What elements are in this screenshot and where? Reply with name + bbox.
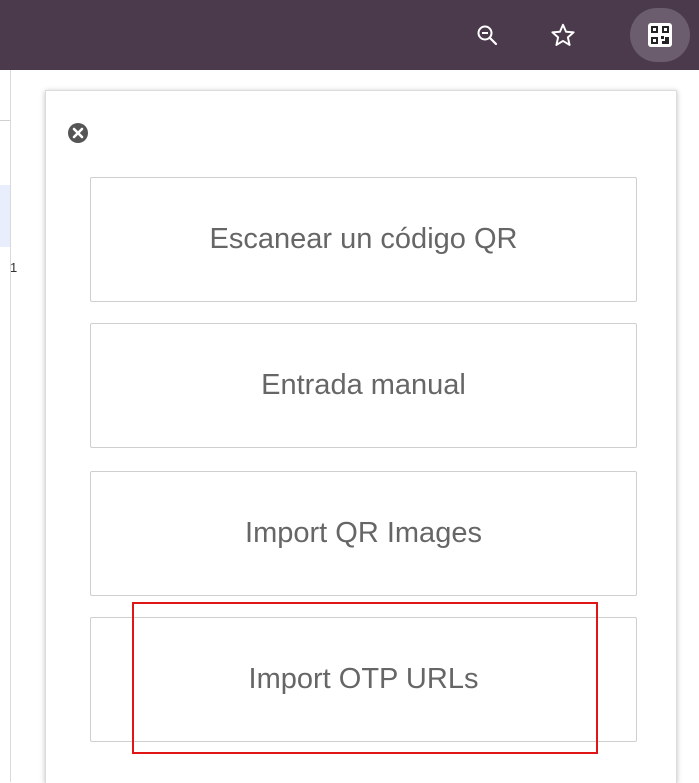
close-icon [68,123,88,143]
background-page-edge [0,70,11,782]
bookmark-star-icon[interactable] [546,18,580,52]
import-otp-urls-button[interactable]: Import OTP URLs [90,617,637,742]
scan-qr-button[interactable]: Escanear un código QR [90,177,637,302]
import-qr-images-button[interactable]: Import QR Images [90,471,637,596]
background-page-text: 1 [10,260,18,275]
qr-extension-button[interactable] [630,8,690,62]
close-button[interactable] [66,121,90,145]
extension-popup: Escanear un código QR Entrada manual Imp… [45,90,677,783]
qr-extension-icon [648,23,672,47]
zoom-out-icon[interactable] [470,18,504,52]
background-selection [0,185,10,247]
browser-toolbar [0,0,699,70]
background-divider [0,120,10,121]
manual-entry-button[interactable]: Entrada manual [90,323,637,448]
